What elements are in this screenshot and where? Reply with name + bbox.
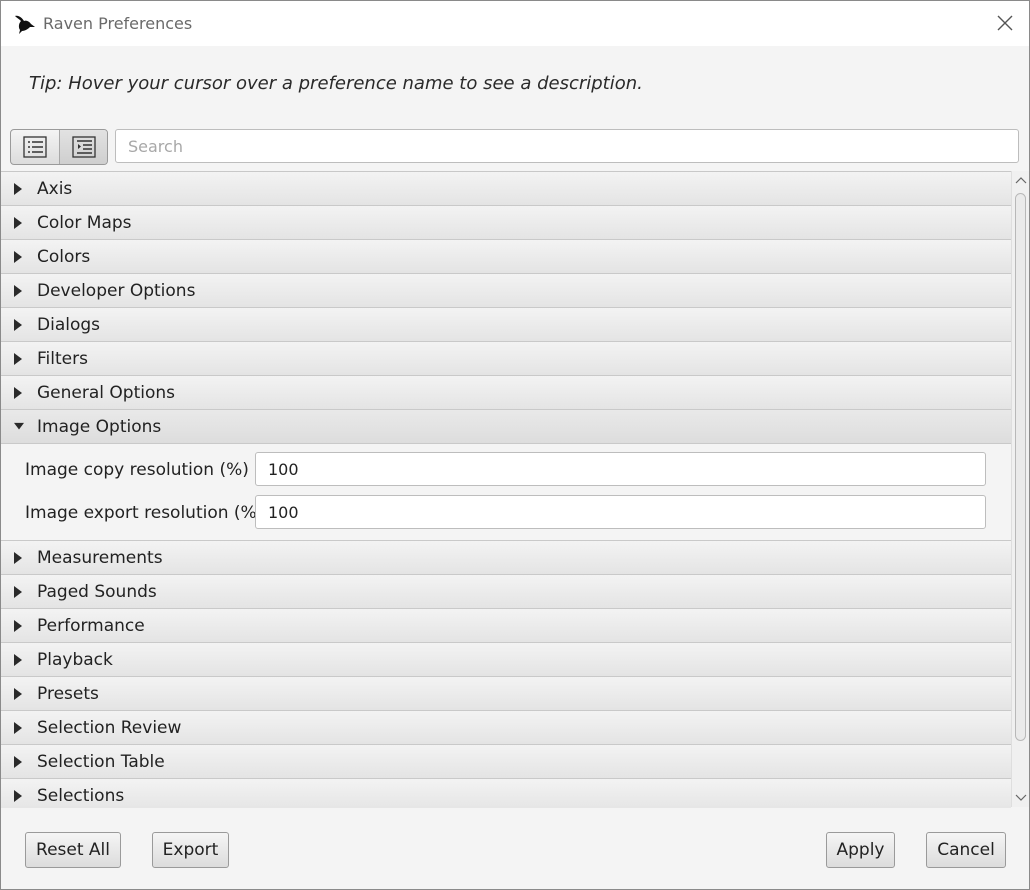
collapsed-arrow-icon: [14, 217, 22, 229]
scroll-up-icon[interactable]: [1015, 175, 1027, 185]
collapsed-arrow-icon: [14, 654, 22, 666]
section-label: Selections: [37, 786, 125, 806]
section-header-general-options[interactable]: General Options: [1, 376, 1011, 410]
tree-view-icon: [72, 136, 96, 158]
section-header-image-options[interactable]: Image Options: [1, 410, 1011, 444]
section-label: Developer Options: [37, 281, 196, 301]
list-view-button[interactable]: [11, 130, 60, 164]
preferences-list: Axis Color Maps Colors Developer Options Dia…: [1, 171, 1011, 808]
collapsed-arrow-icon: [14, 756, 22, 768]
title-bar: Raven Preferences: [1, 1, 1029, 46]
section-header-selections[interactable]: Selections: [1, 779, 1011, 808]
section-header-playback[interactable]: Playback: [1, 643, 1011, 677]
section-label: Selection Review: [37, 718, 182, 738]
collapsed-arrow-icon: [14, 183, 22, 195]
pref-row-image-export-resolution: Image export resolution (%): [1, 495, 1011, 531]
section-label: Image Options: [37, 417, 162, 437]
section-header-color-maps[interactable]: Color Maps: [1, 206, 1011, 240]
collapsed-arrow-icon: [14, 620, 22, 632]
section-header-measurements[interactable]: Measurements: [1, 541, 1011, 575]
section-header-colors[interactable]: Colors: [1, 240, 1011, 274]
section-header-selection-table[interactable]: Selection Table: [1, 745, 1011, 779]
tree-view-button[interactable]: [60, 130, 107, 164]
image-copy-resolution-input[interactable]: [255, 452, 986, 486]
section-label: Performance: [37, 616, 145, 636]
footer-bar: Reset All Export Apply Cancel: [1, 809, 1029, 889]
section-header-axis[interactable]: Axis: [1, 172, 1011, 206]
toolbar: [1, 123, 1029, 169]
pref-row-image-copy-resolution: Image copy resolution (%): [1, 452, 1011, 488]
section-label: Color Maps: [37, 213, 132, 233]
section-label: Filters: [37, 349, 88, 369]
close-icon[interactable]: [995, 13, 1015, 33]
section-label: Axis: [37, 179, 73, 199]
list-view-icon: [23, 136, 47, 158]
pref-label: Image copy resolution (%): [25, 460, 249, 480]
section-label: Playback: [37, 650, 113, 670]
image-export-resolution-input[interactable]: [255, 495, 986, 529]
cancel-button[interactable]: Cancel: [926, 832, 1006, 868]
collapsed-arrow-icon: [14, 251, 22, 263]
expanded-arrow-icon: [14, 422, 24, 430]
collapsed-arrow-icon: [14, 353, 22, 365]
section-header-filters[interactable]: Filters: [1, 342, 1011, 376]
scroll-down-icon[interactable]: [1015, 793, 1027, 803]
section-label: Measurements: [37, 548, 163, 568]
window-title: Raven Preferences: [43, 14, 193, 33]
tip-text: Tip: Hover your cursor over a preference…: [29, 73, 643, 94]
raven-bird-icon: [15, 15, 35, 34]
section-label: Paged Sounds: [37, 582, 157, 602]
section-label: Presets: [37, 684, 99, 704]
collapsed-arrow-icon: [14, 387, 22, 399]
collapsed-arrow-icon: [14, 722, 22, 734]
section-header-presets[interactable]: Presets: [1, 677, 1011, 711]
section-label: General Options: [37, 383, 175, 403]
section-header-selection-review[interactable]: Selection Review: [1, 711, 1011, 745]
apply-button[interactable]: Apply: [826, 832, 895, 868]
section-label: Colors: [37, 247, 91, 267]
section-label: Dialogs: [37, 315, 101, 335]
section-header-paged-sounds[interactable]: Paged Sounds: [1, 575, 1011, 609]
view-toggle-group: [10, 129, 108, 165]
collapsed-arrow-icon: [14, 552, 22, 564]
reset-all-button[interactable]: Reset All: [25, 832, 121, 868]
section-label: Selection Table: [37, 752, 165, 772]
export-button[interactable]: Export: [152, 832, 229, 868]
collapsed-arrow-icon: [14, 790, 22, 802]
pref-label: Image export resolution (%): [25, 503, 264, 523]
section-header-dialogs[interactable]: Dialogs: [1, 308, 1011, 342]
search-input[interactable]: [115, 129, 1019, 163]
vertical-scrollbar[interactable]: [1011, 171, 1029, 807]
collapsed-arrow-icon: [14, 688, 22, 700]
collapsed-arrow-icon: [14, 586, 22, 598]
collapsed-arrow-icon: [14, 319, 22, 331]
section-header-performance[interactable]: Performance: [1, 609, 1011, 643]
section-header-developer-options[interactable]: Developer Options: [1, 274, 1011, 308]
preferences-window: Raven Preferences Tip: Hover your cursor…: [0, 0, 1030, 890]
scrollbar-thumb[interactable]: [1015, 193, 1026, 741]
collapsed-arrow-icon: [14, 285, 22, 297]
image-options-body: Image copy resolution (%) Image export r…: [1, 444, 1011, 541]
